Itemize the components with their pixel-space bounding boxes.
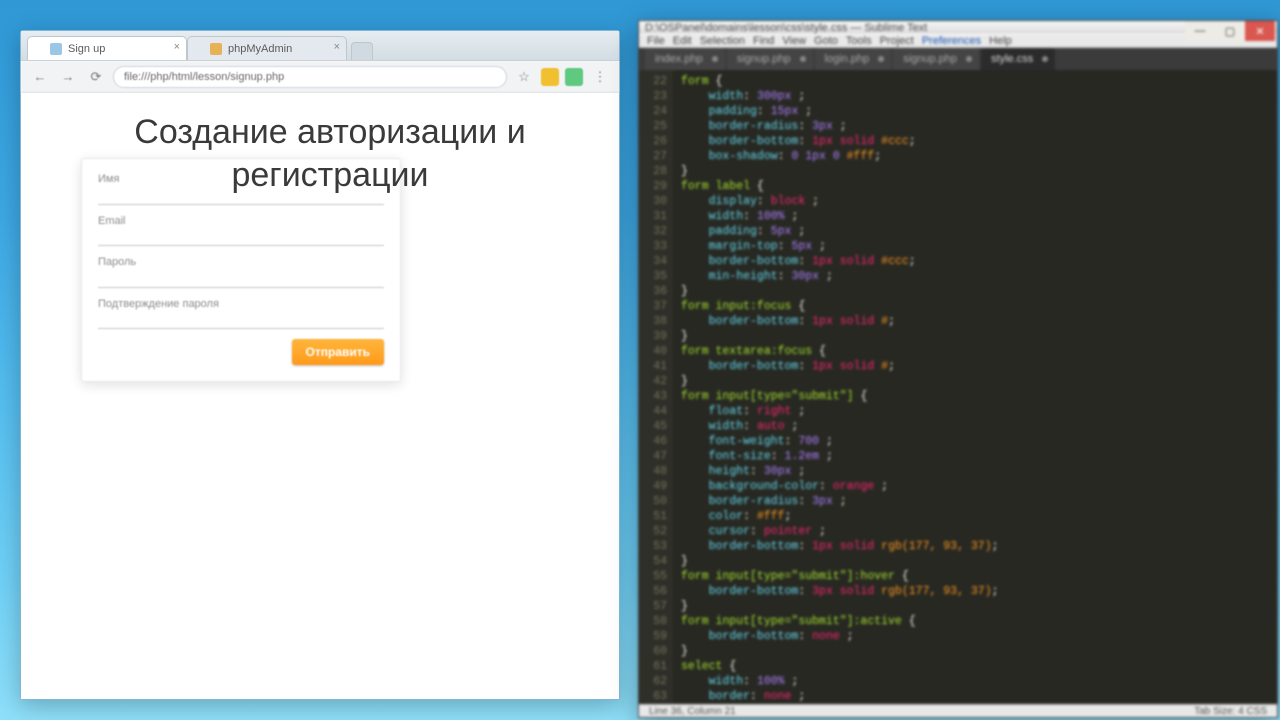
menu-help[interactable]: Help: [989, 35, 1012, 47]
page-icon: [50, 43, 62, 55]
reload-icon[interactable]: ⟳: [85, 66, 107, 88]
editor-statusbar: Line 36, Column 21 Tab Size: 4 CSS: [639, 704, 1277, 717]
menu-icon[interactable]: ⋮: [589, 66, 611, 88]
field-confirm: Подтверждение пароля: [98, 298, 384, 330]
editor-tab[interactable]: style.css: [981, 48, 1055, 70]
new-tab-button[interactable]: [351, 42, 373, 60]
close-icon[interactable]: ×: [174, 41, 180, 53]
browser-tab-inactive[interactable]: phpMyAdmin ×: [187, 36, 347, 60]
editor-tabstrip: index.phpsignup.phplogin.phpsignup.phpst…: [639, 48, 1277, 70]
label-password: Пароль: [98, 256, 384, 268]
code-content[interactable]: form { width: 300px ; padding: 15px ; bo…: [673, 70, 1277, 704]
editor-window: D:\OSPanel\domains\lesson\css\style.css …: [638, 20, 1278, 718]
address-bar: ← → ⟳ file:///php/html/lesson/signup.php…: [21, 61, 619, 93]
label-email: Email: [98, 215, 384, 227]
browser-tab-active[interactable]: Sign up ×: [27, 36, 187, 60]
field-name: Имя: [98, 173, 384, 205]
input-confirm[interactable]: [98, 311, 384, 329]
tab-close-icon[interactable]: [966, 56, 972, 62]
code-area[interactable]: 22 23 24 25 26 27 28 29 30 31 32 33 34 3…: [639, 70, 1277, 704]
menu-edit[interactable]: Edit: [673, 35, 692, 47]
browser-window: Sign up × phpMyAdmin × ← → ⟳ file:///php…: [20, 30, 620, 700]
extension-icon[interactable]: [565, 68, 583, 86]
tab-close-icon[interactable]: [712, 56, 718, 62]
page-viewport: Имя Email Пароль Подтверждение пароля От…: [21, 93, 619, 699]
browser-tabstrip: Sign up × phpMyAdmin ×: [21, 31, 619, 61]
editor-tab[interactable]: login.php: [815, 48, 892, 70]
input-name[interactable]: [98, 187, 384, 205]
title-line1: Создание авторизации и: [134, 113, 525, 151]
editor-tab[interactable]: signup.php: [727, 48, 813, 70]
tab-title: phpMyAdmin: [228, 43, 292, 55]
tab-close-icon[interactable]: [1042, 56, 1048, 62]
status-right: Tab Size: 4 CSS: [1194, 706, 1267, 717]
editor-titlebar[interactable]: D:\OSPanel\domains\lesson\css\style.css …: [639, 21, 1277, 34]
page-icon: [210, 43, 222, 55]
url-text: file:///php/html/lesson/signup.php: [124, 71, 284, 83]
menu-preferences[interactable]: Preferences: [922, 35, 981, 47]
menu-file[interactable]: File: [647, 35, 665, 47]
editor-title: D:\OSPanel\domains\lesson\css\style.css …: [645, 22, 927, 34]
editor-tab[interactable]: index.php: [645, 48, 725, 70]
menu-goto[interactable]: Goto: [814, 35, 838, 47]
maximize-icon[interactable]: ▢: [1215, 21, 1245, 41]
tab-close-icon[interactable]: [800, 56, 806, 62]
close-icon[interactable]: ×: [334, 41, 340, 53]
menu-project[interactable]: Project: [880, 35, 914, 47]
star-icon[interactable]: ☆: [513, 66, 535, 88]
url-input[interactable]: file:///php/html/lesson/signup.php: [113, 66, 507, 88]
menu-tools[interactable]: Tools: [846, 35, 872, 47]
field-password: Пароль: [98, 256, 384, 288]
status-left: Line 36, Column 21: [649, 706, 736, 717]
submit-row: Отправить: [98, 339, 384, 365]
label-name: Имя: [98, 173, 384, 185]
field-email: Email: [98, 215, 384, 247]
tab-title: Sign up: [68, 43, 105, 55]
window-controls: — ▢ ✕: [1185, 21, 1275, 43]
editor-menubar: File Edit Selection Find View Goto Tools Projec…: [639, 34, 1277, 48]
menu-find[interactable]: Find: [753, 35, 774, 47]
extension-icon[interactable]: [541, 68, 559, 86]
menu-view[interactable]: View: [782, 35, 806, 47]
input-email[interactable]: [98, 228, 384, 246]
input-password[interactable]: [98, 270, 384, 288]
submit-button[interactable]: Отправить: [292, 339, 384, 365]
back-icon[interactable]: ←: [29, 66, 51, 88]
forward-icon[interactable]: →: [57, 66, 79, 88]
menu-selection[interactable]: Selection: [700, 35, 745, 47]
signup-form: Имя Email Пароль Подтверждение пароля От…: [81, 158, 401, 382]
label-confirm: Подтверждение пароля: [98, 298, 384, 310]
close-icon[interactable]: ✕: [1245, 21, 1275, 41]
line-gutter: 22 23 24 25 26 27 28 29 30 31 32 33 34 3…: [639, 70, 673, 704]
tab-close-icon[interactable]: [878, 56, 884, 62]
minimize-icon[interactable]: —: [1185, 21, 1215, 41]
editor-tab[interactable]: signup.php: [893, 48, 979, 70]
